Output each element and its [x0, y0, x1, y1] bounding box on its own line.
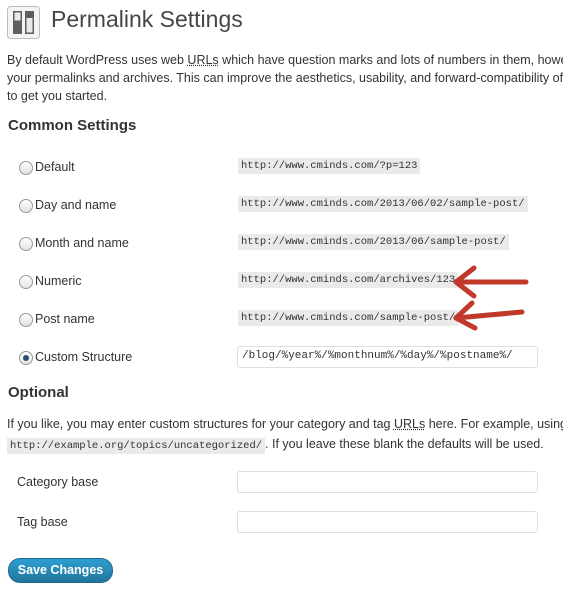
example-url-numeric: http://www.cminds.com/archives/123 — [238, 272, 459, 288]
intro-line-1: By default WordPress uses web URLs which… — [7, 53, 563, 67]
intro-line-3: to get you started. — [7, 89, 108, 103]
save-changes-button[interactable]: Save Changes — [8, 558, 113, 583]
option-label-month-and-name: Month and name — [35, 236, 129, 250]
intro-text: By default WordPress uses web URLs which… — [7, 51, 563, 105]
arrow-post-name — [453, 309, 525, 321]
option-label-day-and-name: Day and name — [35, 198, 117, 212]
optional-description: If you like, you may enter custom struct… — [7, 415, 563, 455]
custom-structure-input[interactable]: /blog/%year%/%monthnum%/%day%/%postname%… — [237, 346, 538, 368]
radio-post-name[interactable] — [19, 313, 33, 327]
optional-heading: Optional — [8, 384, 69, 401]
option-label-custom-structure: Custom Structure — [35, 350, 133, 364]
radio-default[interactable] — [19, 161, 33, 175]
radio-day-and-name[interactable] — [19, 199, 33, 213]
radio-numeric[interactable] — [19, 275, 33, 289]
optional-line-2: http://example.org/topics/uncategorized/… — [7, 435, 563, 455]
annotation-arrows — [453, 265, 529, 331]
example-url-post-name: http://www.cminds.com/sample-post/ — [238, 310, 459, 326]
example-url-day-and-name: http://www.cminds.com/2013/06/02/sample-… — [238, 196, 528, 212]
intro-line-2: your permalinks and archives. This can i… — [7, 71, 563, 85]
example-category-url: http://example.org/topics/uncategorized/ — [7, 438, 266, 454]
page-title: Permalink Settings — [51, 6, 243, 32]
common-settings-heading: Common Settings — [8, 117, 137, 134]
option-label-default: Default — [35, 160, 75, 174]
optional-line-1: If you like, you may enter custom struct… — [7, 417, 563, 431]
example-url-month-and-name: http://www.cminds.com/2013/06/sample-pos… — [238, 234, 509, 250]
category-base-label: Category base — [17, 475, 99, 489]
tag-base-label: Tag base — [17, 515, 68, 529]
example-url-default: http://www.cminds.com/?p=123 — [238, 158, 421, 174]
option-label-post-name: Post name — [35, 312, 95, 326]
settings-sliders-icon — [7, 6, 40, 39]
radio-month-and-name[interactable] — [19, 237, 33, 251]
option-label-numeric: Numeric — [35, 274, 82, 288]
category-base-input[interactable] — [237, 471, 538, 493]
radio-custom-structure[interactable] — [19, 351, 33, 365]
tag-base-input[interactable] — [237, 511, 538, 533]
